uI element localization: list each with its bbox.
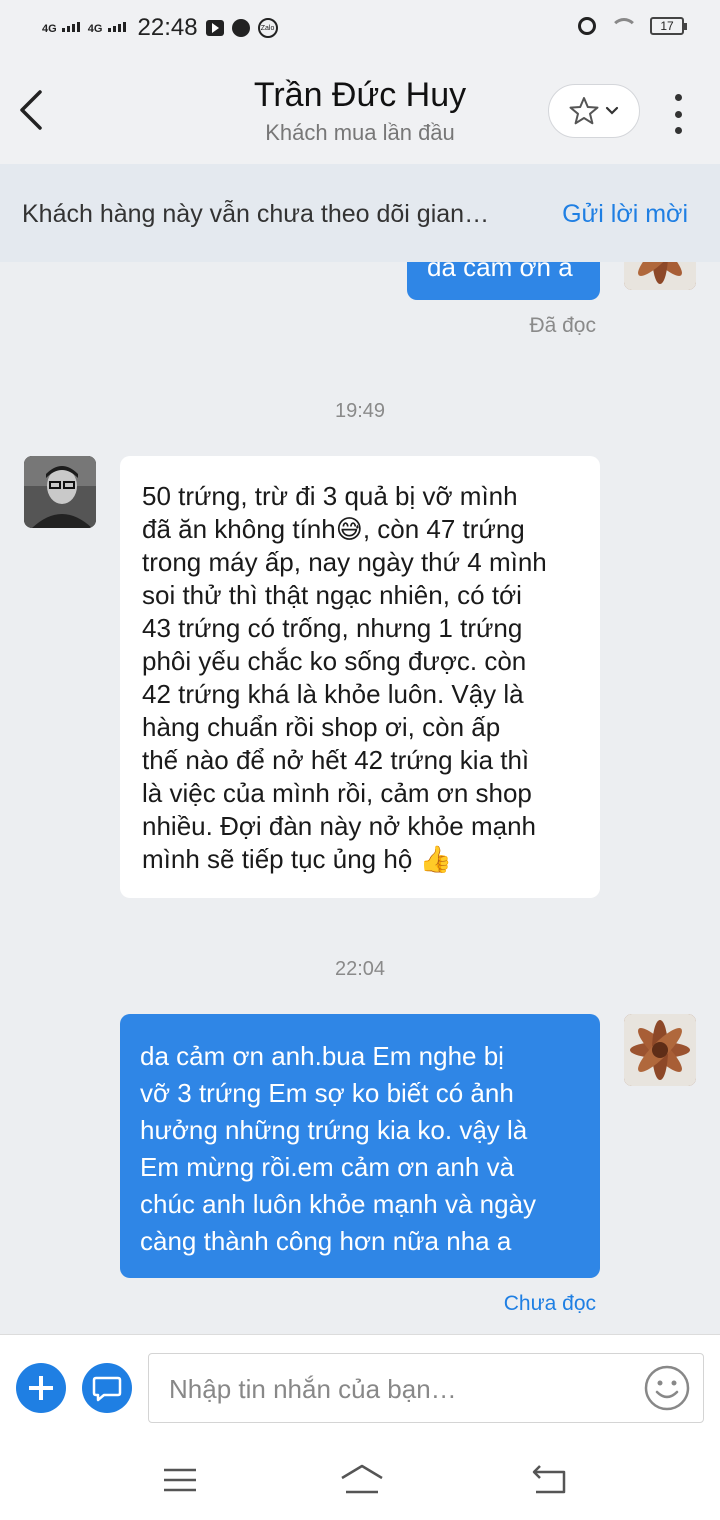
star-icon [569, 97, 599, 125]
chat-header: Trần Đức Huy Khách mua lần đầu [0, 58, 720, 165]
menu-nav-button[interactable] [160, 1462, 200, 1498]
signal-icon-1: 4G [42, 22, 80, 35]
unread-status: Chưa đọc [503, 1292, 596, 1315]
incoming-message[interactable]: 50 trứng, trừ đi 3 quả bị vỡ mình đã ăn … [120, 456, 600, 898]
message-input-box[interactable] [148, 1353, 704, 1424]
message-line: càng thành công hơn nữa nha a [140, 1226, 512, 1256]
chevron-down-icon [605, 106, 619, 115]
status-left: 4G 4G 22:48 Zalo [42, 14, 278, 42]
quick-reply-button[interactable] [82, 1363, 132, 1413]
status-time: 22:48 [137, 14, 198, 41]
shop-avatar[interactable] [624, 262, 696, 290]
emoji-button[interactable] [643, 1364, 691, 1412]
read-status: Đã đọc [529, 314, 596, 337]
message-line: 42 trứng khá là khỏe luôn. Vậy là [142, 679, 524, 709]
more-options-button[interactable] [666, 94, 690, 134]
alarm-icon [578, 17, 596, 35]
flower-avatar-image [624, 262, 696, 290]
youtube-icon [205, 20, 224, 36]
menu-icon [164, 1468, 196, 1492]
message-line: nhiều. Đợi đàn này nở khỏe mạnh [142, 811, 537, 841]
dot-icon [674, 110, 682, 118]
message-line: trong máy ấp, nay ngày thứ 4 mình [142, 547, 547, 577]
dot-icon [674, 127, 682, 134]
outgoing-message-partial[interactable]: da cảm ơn a [407, 262, 600, 300]
network-type-2: 4G [87, 23, 103, 35]
signal-icon-2: 4G [87, 22, 126, 35]
message-line: 43 trứng có trống, nhưng 1 trứng [142, 613, 523, 643]
status-right: 17 [578, 16, 687, 36]
message-line: phôi yếu chắc ko sống được. còn [142, 646, 527, 676]
battery-icon: 17 [650, 17, 687, 35]
zalo-icon: Zalo [257, 18, 278, 38]
message-line: thế nào để nở hết 42 trứng kia thì [142, 745, 530, 775]
return-icon [532, 1465, 566, 1494]
message-line: soi thử thì thật ngạc nhiên, có tới [142, 580, 522, 610]
timestamp: 19:49 [334, 400, 386, 422]
battery-level: 17 [660, 19, 674, 33]
rating-dropdown-button[interactable] [548, 84, 640, 138]
back-nav-button[interactable] [530, 1462, 570, 1498]
message-line: da cảm ơn anh.bua Em nghe bị [140, 1041, 504, 1071]
message-text: da cảm ơn a [427, 262, 573, 282]
user-avatar[interactable] [24, 456, 96, 528]
message-line: là việc của mình rồi, cảm ơn shop [142, 778, 532, 808]
message-line: mình sẽ tiếp tục ủng hộ 👍 [142, 844, 452, 874]
person-avatar-image [24, 456, 96, 528]
chat-bubble-icon [92, 1376, 122, 1402]
message-line: hàng chuẩn rồi shop ơi, còn ấp [142, 712, 501, 742]
timestamp: 22:04 [334, 958, 386, 980]
chrome-icon [231, 19, 250, 37]
message-input[interactable] [167, 1354, 641, 1424]
message-line: hưởng những trứng kia ko. vậy là [140, 1115, 528, 1145]
follow-banner: Khách hàng này vẫn chưa theo dõi gian… G… [0, 164, 720, 262]
flower-avatar-image [624, 1014, 696, 1086]
message-line: vỡ 3 trứng Em sợ ko biết có ảnh [140, 1078, 514, 1108]
network-type-1: 4G [42, 23, 57, 35]
system-nav-bar [0, 1438, 720, 1520]
message-line: Em mừng rồi.em cảm ơn anh và [140, 1152, 515, 1182]
status-bar: 4G 4G 22:48 Zalo 17 [0, 0, 720, 58]
wifi-icon [610, 16, 636, 36]
add-attachment-button[interactable] [16, 1363, 66, 1413]
send-invite-link[interactable]: Gửi lời mời [562, 200, 688, 229]
dot-icon [674, 94, 682, 101]
home-nav-button[interactable] [338, 1462, 386, 1498]
shop-avatar[interactable] [624, 1014, 696, 1086]
message-line: chúc anh luôn khỏe mạnh và ngày [140, 1189, 537, 1219]
smiley-icon [644, 1365, 690, 1411]
message-line: đã ăn không tính😅, còn 47 trứng [142, 514, 525, 544]
outgoing-message[interactable]: da cảm ơn anh.bua Em nghe bị vỡ 3 trứng … [120, 1014, 600, 1278]
home-icon [341, 1464, 383, 1494]
banner-text: Khách hàng này vẫn chưa theo dõi gian… [22, 200, 490, 228]
composer-bar [0, 1334, 720, 1439]
message-line: 50 trứng, trừ đi 3 quả bị vỡ mình [142, 481, 518, 511]
message-list[interactable]: da cảm ơn a Đã đọc 19:49 50 trứng, trừ đ… [0, 262, 720, 1334]
